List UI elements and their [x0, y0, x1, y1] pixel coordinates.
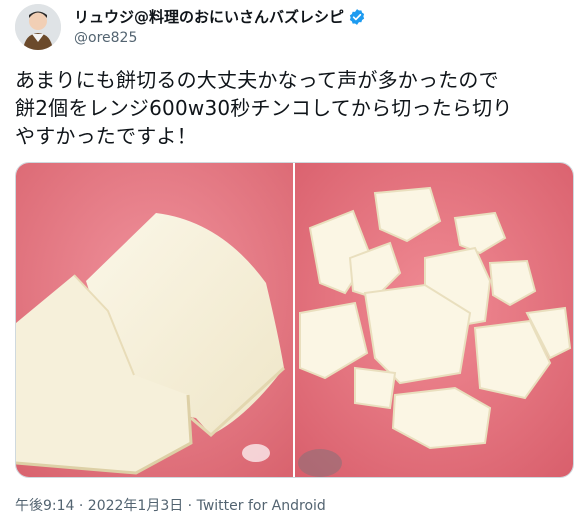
tweet-line: 餅2個をレンジ600w30秒チンコしてから切ったら切り [15, 96, 513, 120]
avatar[interactable] [15, 4, 61, 50]
photo-right[interactable] [295, 163, 573, 477]
avatar-icon [15, 4, 61, 50]
media-grid [15, 162, 574, 478]
photo-left[interactable] [16, 163, 293, 477]
mochi-block-image [16, 163, 293, 477]
verified-badge-icon [348, 8, 366, 26]
tweet-text: あまりにも餅切るの大丈夫かなって声が多かったので 餅2個をレンジ600w30秒チ… [15, 66, 575, 150]
mochi-pieces-image [295, 163, 573, 477]
tweet-line: やすかったですよ！ [15, 124, 197, 148]
tweet-timestamp[interactable]: 午後9:14 · 2022年1月3日 · Twitter for Android [15, 495, 326, 515]
tweet-line: あまりにも餅切るの大丈夫かなって声が多かったので [15, 68, 499, 92]
author-display-name[interactable]: リュウジ@料理のおにいさんバズレシピ [74, 6, 366, 27]
author-handle[interactable]: @ore825 [74, 30, 137, 46]
author-name-text: リュウジ@料理のおにいさんバズレシピ [74, 8, 345, 26]
